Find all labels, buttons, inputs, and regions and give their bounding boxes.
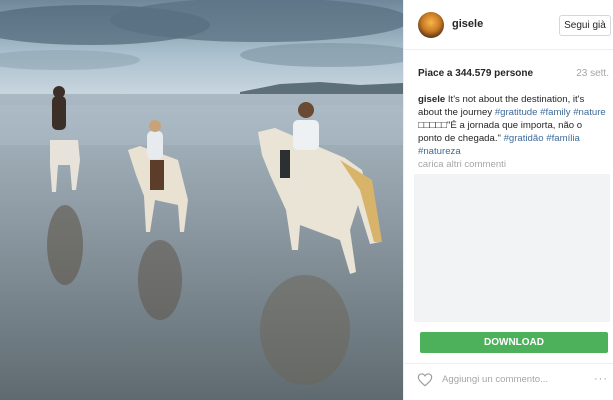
comments-placeholder-area [414, 174, 610, 322]
hashtag-family[interactable]: #family [540, 107, 570, 118]
comment-input[interactable] [442, 374, 592, 385]
ellipsis-icon[interactable]: ··· [594, 373, 608, 385]
load-more-comments[interactable]: carica altri commenti [418, 159, 506, 170]
likes-count[interactable]: Piace a 344.579 persone [418, 68, 533, 79]
hashtag-nature[interactable]: #nature [573, 107, 606, 118]
post-header: gisele Segui già [404, 0, 613, 50]
hashtag-gratidao[interactable]: #gratidão [504, 133, 544, 144]
hashtag-familia[interactable]: #família [546, 133, 580, 144]
beach-horse-riding-image [0, 0, 403, 400]
post-sidebar: gisele Segui già Piace a 344.579 persone… [403, 0, 613, 400]
username[interactable]: gisele [452, 18, 483, 30]
download-button[interactable]: DOWNLOAD [420, 332, 608, 353]
post-caption: gisele It's not about the destination, i… [418, 93, 606, 158]
heart-outline-icon[interactable] [417, 373, 433, 387]
avatar[interactable] [418, 12, 444, 38]
post-date: 23 sett. [576, 68, 609, 79]
caption-username[interactable]: gisele [418, 94, 445, 105]
comment-bar: ··· [404, 363, 613, 400]
instagram-post-view: gisele Segui già Piace a 344.579 persone… [0, 0, 613, 400]
following-button[interactable]: Segui già [559, 15, 611, 36]
hashtag-gratitude[interactable]: #gratitude [495, 107, 538, 118]
hashtag-natureza[interactable]: #natureza [418, 146, 461, 157]
post-photo[interactable] [0, 0, 403, 400]
